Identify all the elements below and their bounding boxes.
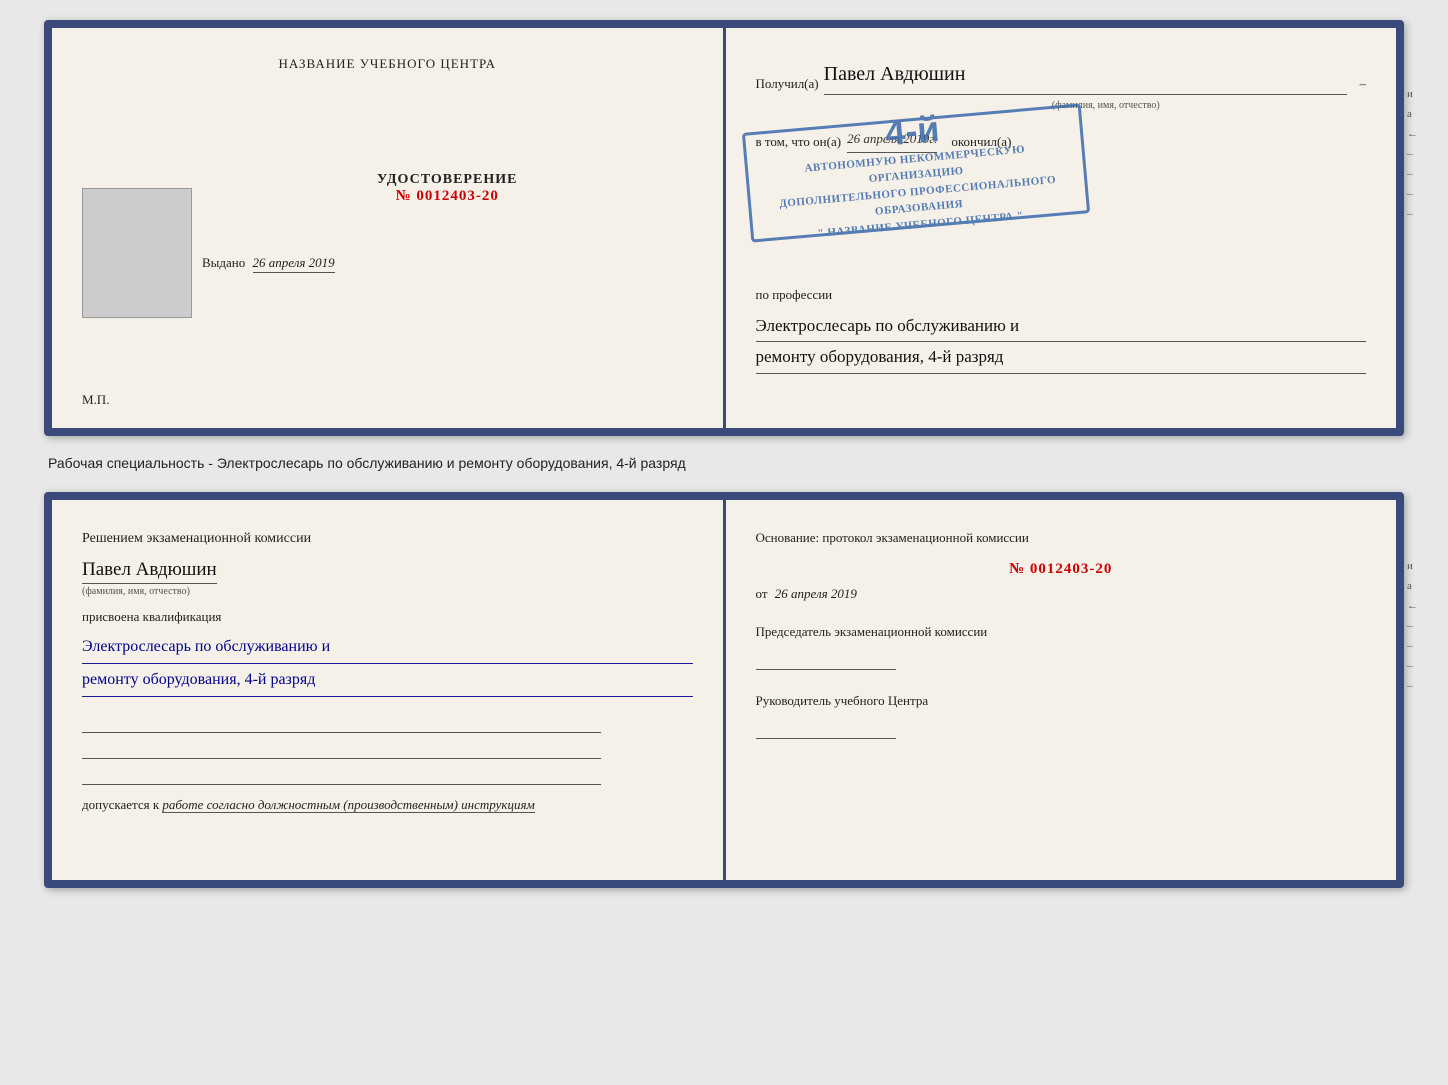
ot-label: от (756, 586, 768, 601)
sig-line-1 (82, 713, 601, 733)
vtom-date: 26 апреля 2019г. (847, 127, 937, 153)
vtom-line: в том, что он(а) 26 апреля 2019г. окончи… (756, 127, 1367, 153)
bottom-spine-chars: и а ← – – – – (1407, 560, 1418, 692)
bottom-left-page: Решением экзаменационной комиссии Павел … (52, 500, 726, 880)
vydano-line: Выдано 26 апреля 2019 (202, 255, 693, 271)
bottom-booklet: Решением экзаменационной комиссии Павел … (44, 492, 1404, 888)
prof-line2: ремонту оборудования, 4-й разряд (756, 342, 1367, 374)
rukov-sign (756, 719, 896, 739)
sig-line-3 (82, 765, 601, 785)
recipient-name: Павел Авдюшин (824, 56, 1347, 95)
signature-lines (82, 713, 693, 785)
osnov-date-value: 26 апреля 2019 (775, 586, 857, 601)
dash-label: – (1360, 72, 1367, 95)
osnov-date: от 26 апреля 2019 (756, 586, 1367, 602)
osnov-number: № 0012403-20 (756, 561, 1367, 578)
stamp-line3: " НАЗВАНИЕ УЧЕБНОГО ЦЕНТРА " (816, 208, 1023, 242)
dopusk-text: работе согласно должностным (производств… (162, 797, 534, 813)
mp-label: М.П. (82, 392, 109, 408)
osnov-title: Основание: протокол экзаменационной коми… (756, 528, 1367, 548)
poluchil-line: Получил(a) Павел Авдюшин – (756, 56, 1367, 95)
name-sub-label: (фамилия, имя, отчество) (846, 97, 1367, 115)
spine-chars: и а ← – – – – (1407, 88, 1418, 220)
center-title: НАЗВАНИЕ УЧЕБНОГО ЦЕНТРА (82, 56, 693, 72)
bottom-right-page: Основание: протокол экзаменационной коми… (726, 500, 1397, 880)
udostoverenie-number: № 0012403-20 (202, 188, 693, 205)
dopusk-label: допускается к (82, 797, 159, 812)
professia-block: по профессии Электрослесарь по обслужива… (756, 283, 1367, 374)
bottom-name: Павел Авдюшин (82, 559, 217, 584)
top-left-page: НАЗВАНИЕ УЧЕБНОГО ЦЕНТРА УДОСТОВЕРЕНИЕ №… (52, 28, 726, 428)
top-booklet: НАЗВАНИЕ УЧЕБНОГО ЦЕНТРА УДОСТОВЕРЕНИЕ №… (44, 20, 1404, 436)
sig-line-2 (82, 739, 601, 759)
rukov-block: Руководитель учебного Центра (756, 691, 1367, 744)
reshenie-title: Решением экзаменационной комиссии (82, 528, 693, 549)
stamp-line2: ДОПОЛНИТЕЛЬНОГО ПРОФЕССИОНАЛЬНОГО ОБРАЗО… (762, 170, 1074, 230)
chairman-sign (756, 650, 896, 670)
chairman-label: Председатель экзаменационной комиссии (756, 622, 1367, 642)
vydano-date: 26 апреля 2019 (253, 255, 335, 273)
kval-line1: Электрослесарь по обслуживанию и (82, 631, 693, 664)
poluchil-label: Получил(a) (756, 72, 819, 95)
professia-label: по профессии (756, 283, 1367, 306)
bottom-name-sub: (фамилия, имя, отчество) (82, 586, 693, 597)
vydano-label: Выдано (202, 255, 245, 270)
photo-placeholder (82, 188, 192, 318)
separator-label: Рабочая специальность - Электрослесарь п… (44, 454, 1404, 474)
right-page-content: Получил(a) Павел Авдюшин – (фамилия, имя… (756, 56, 1367, 374)
dopuskaetsya-block: допускается к работе согласно должностны… (82, 797, 693, 813)
udostoverenie-title: УДОСТОВЕРЕНИЕ (202, 172, 693, 188)
vtom-label: в том, что он(а) (756, 130, 842, 153)
rukov-label: Руководитель учебного Центра (756, 691, 1367, 711)
prof-line1: Электрослесарь по обслуживанию и (756, 311, 1367, 343)
stamp-overlay: 4-й АВТОНОМНУЮ НЕКОММЕРЧЕСКУЮ ОРГАНИЗАЦИ… (741, 103, 1089, 242)
top-right-page: Получил(a) Павел Авдюшин – (фамилия, имя… (726, 28, 1397, 428)
separator-text: Рабочая специальность - Электрослесарь п… (48, 455, 686, 471)
prisvoena-text: присвоена квалификация (82, 609, 693, 625)
chairman-block: Председатель экзаменационной комиссии (756, 622, 1367, 675)
kval-line2: ремонту оборудования, 4-й разряд (82, 664, 693, 697)
okonchil-label: окончил(а) (951, 130, 1011, 153)
udostoverenie-block: УДОСТОВЕРЕНИЕ № 0012403-20 (202, 172, 693, 205)
